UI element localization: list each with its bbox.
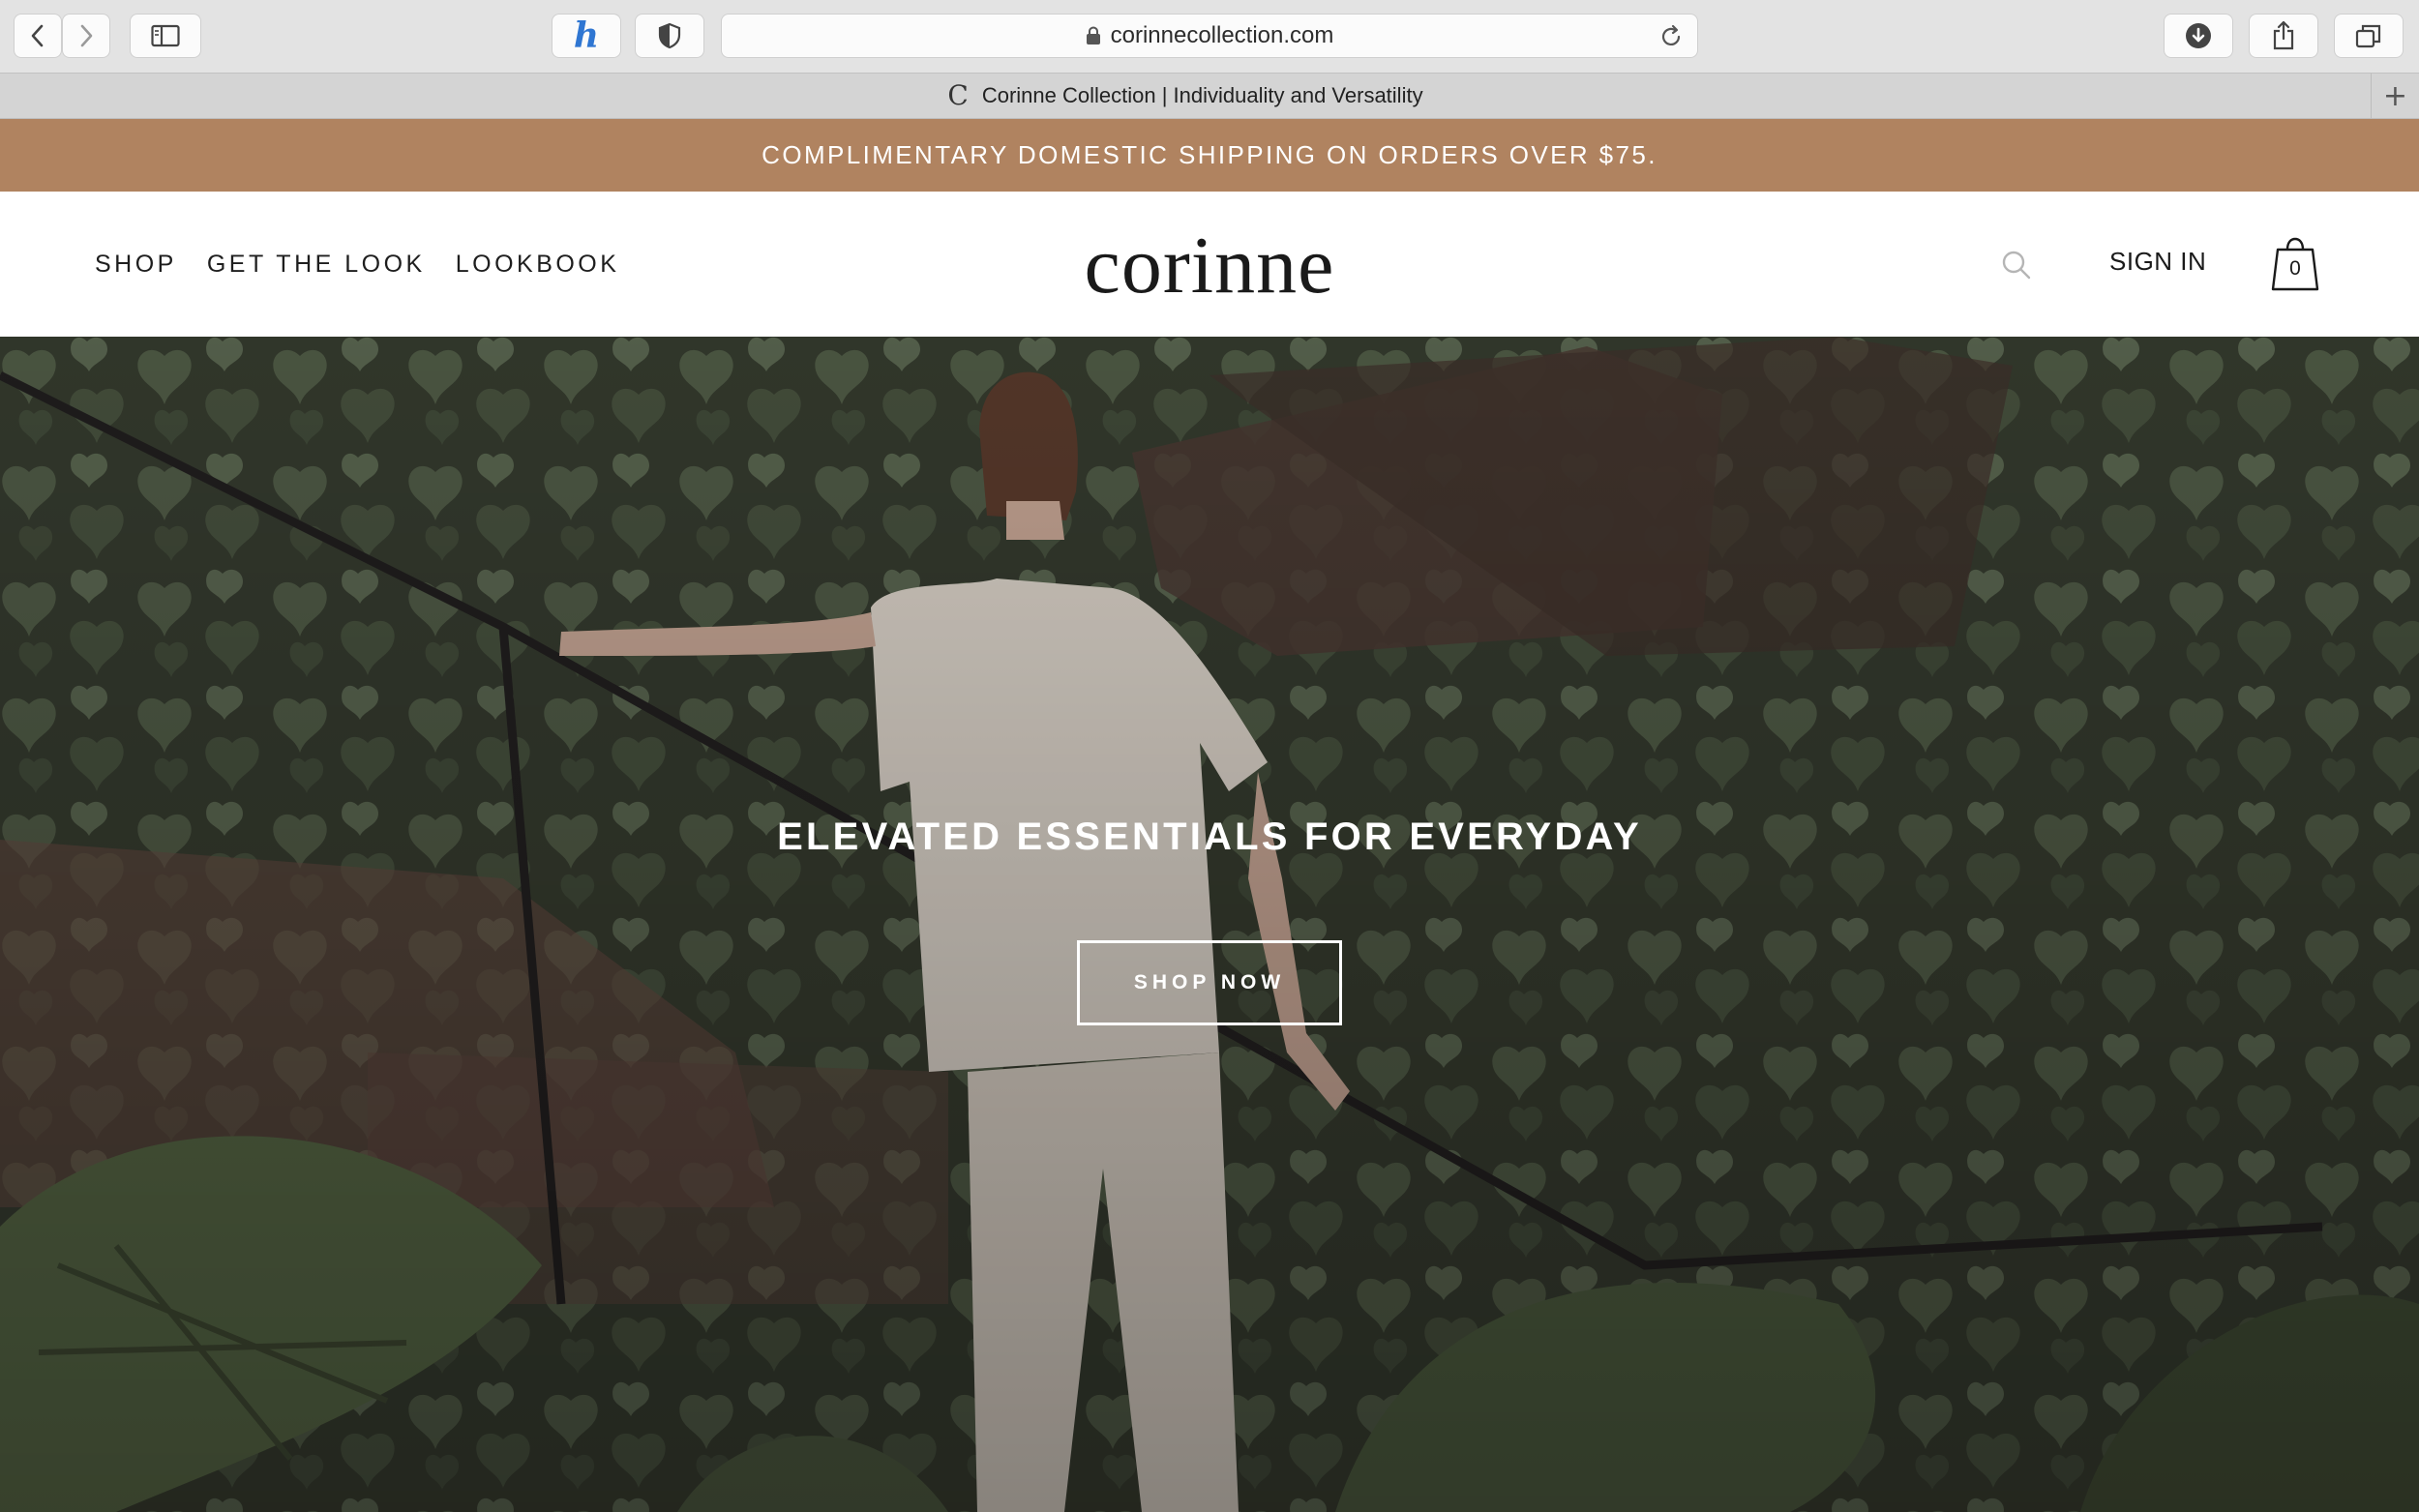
hero-heading: ELEVATED ESSENTIALS FOR EVERYDAY (777, 815, 1642, 858)
reload-icon[interactable] (1658, 24, 1684, 49)
promo-text: COMPLIMENTARY DOMESTIC SHIPPING ON ORDER… (762, 140, 1657, 169)
new-tab-button[interactable]: + (2371, 74, 2419, 118)
back-button[interactable] (14, 14, 62, 58)
forward-icon (80, 24, 93, 47)
browser-toolbar: h corinnecollection.com (0, 0, 2419, 73)
hero-banner: ELEVATED ESSENTIALS FOR EVERYDAY SHOP NO… (0, 337, 2419, 1512)
share-button[interactable] (2249, 14, 2318, 58)
sidebar-icon (151, 24, 180, 47)
site-logo[interactable]: corinne (0, 219, 2419, 312)
honey-extension-icon: h (573, 15, 600, 56)
tabs-overview-button[interactable] (2334, 14, 2404, 58)
cart-count: 0 (2289, 257, 2301, 280)
url-text: corinnecollection.com (1110, 22, 1334, 48)
forward-button[interactable] (62, 14, 110, 58)
lock-icon (1086, 26, 1100, 44)
download-icon (2186, 23, 2211, 48)
shield-extension-button[interactable] (635, 14, 704, 58)
address-bar[interactable]: corinnecollection.com (721, 14, 1698, 58)
shop-now-button[interactable]: SHOP NOW (1077, 940, 1342, 1025)
back-icon (31, 24, 44, 47)
promo-banner: COMPLIMENTARY DOMESTIC SHIPPING ON ORDER… (0, 119, 2419, 192)
share-icon (2273, 20, 2294, 50)
search-button[interactable] (1999, 248, 2034, 282)
site-header: SHOP GET THE LOOK LOOKBOOK corinne SIGN … (0, 192, 2419, 337)
browser-tab-bar: C Corinne Collection | Individuality and… (0, 73, 2419, 119)
tab-title: Corinne Collection | Individuality and V… (981, 83, 1423, 107)
shield-icon (658, 22, 681, 49)
sign-in-link[interactable]: SIGN IN (2109, 247, 2206, 277)
site-favicon-icon: C (947, 79, 969, 111)
cart-button[interactable]: 0 (2269, 236, 2321, 292)
sidebar-button[interactable] (130, 14, 201, 58)
hero-image (0, 337, 2419, 1512)
tabs-icon (2355, 24, 2381, 48)
honey-extension-button[interactable]: h (552, 14, 621, 58)
active-tab[interactable]: C Corinne Collection | Individuality and… (0, 74, 2371, 118)
search-icon (2002, 251, 2031, 280)
downloads-button[interactable] (2164, 14, 2233, 58)
